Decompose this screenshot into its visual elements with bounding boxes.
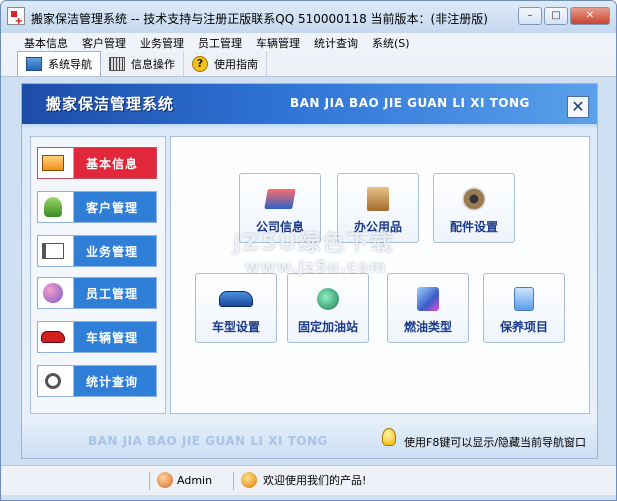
tab-label: 信息操作 (131, 57, 175, 71)
business-icon (38, 236, 68, 266)
basic-info-icon (38, 148, 68, 178)
tile-label: 燃油类型 (403, 320, 452, 334)
sidebar-item-statistics[interactable]: 统计查询 (37, 365, 157, 397)
tab-info-operation[interactable]: 信息操作 (101, 51, 184, 76)
vehicle-icon (38, 322, 68, 352)
panel-close-button[interactable]: ✕ (567, 96, 589, 118)
app-logo-icon[interactable] (7, 7, 25, 27)
watermark-text: JZ5U绿色下载 (233, 231, 395, 256)
window-title: 搬家保洁管理系统 -- 技术支持与注册正版联系QQ 510000118 当前版本… (31, 12, 488, 26)
menu-bar: 基本信息 客户管理 业务管理 员工管理 车辆管理 统计查询 系统(S) (1, 33, 616, 51)
gas-station-icon (317, 286, 339, 312)
tile-car-model[interactable]: 车型设置 (195, 273, 277, 343)
window-controls: – □ ✕ (518, 7, 610, 25)
status-message-text: 欢迎使用我们的产品! (263, 474, 367, 487)
banner: 搬家保洁管理系统 BAN JIA BAO JIE GUAN LI XI TONG… (22, 84, 597, 130)
tile-label: 车型设置 (211, 320, 260, 334)
status-divider (149, 472, 150, 490)
status-bar: Admin 欢迎使用我们的产品! (1, 465, 616, 495)
sidebar-item-business[interactable]: 业务管理 (37, 235, 157, 267)
statistics-icon (38, 366, 68, 396)
menu-staff-management[interactable]: 员工管理 (191, 33, 249, 51)
office-supplies-icon (367, 186, 389, 212)
help-icon: ? (192, 55, 208, 72)
maintenance-icon (514, 286, 534, 312)
tile-label: 固定加油站 (297, 320, 358, 334)
banner-pinyin: BAN JIA BAO JIE GUAN LI XI TONG (290, 96, 530, 110)
minimize-button[interactable]: – (518, 7, 542, 25)
tile-gas-station[interactable]: 固定加油站 (287, 273, 369, 343)
menu-customer-management[interactable]: 客户管理 (75, 33, 133, 51)
status-user: Admin (157, 472, 212, 488)
sidebar-item-label: 客户管理 (85, 200, 138, 215)
watermark-url: www.jz5u.com (245, 257, 387, 276)
sidebar-item-staff[interactable]: 员工管理 (37, 277, 157, 309)
sidebar-item-label: 业务管理 (85, 244, 138, 259)
status-divider (233, 472, 234, 490)
company-info-icon (264, 186, 296, 212)
menu-vehicle-management[interactable]: 车辆管理 (249, 33, 307, 51)
customer-icon (38, 192, 68, 222)
menu-system[interactable]: 系统(S) (365, 33, 417, 51)
sidebar-item-label: 基本信息 (85, 156, 138, 171)
sidebar-item-vehicle[interactable]: 车辆管理 (37, 321, 157, 353)
navigation-icon (26, 57, 42, 71)
user-icon (157, 472, 173, 488)
car-model-icon (219, 286, 253, 312)
close-button[interactable]: ✕ (570, 7, 610, 25)
banner-title: 搬家保洁管理系统 (46, 95, 175, 113)
f8-hint: 使用F8键可以显示/隐藏当前导航窗口 (404, 436, 587, 449)
tile-fuel-type[interactable]: 燃油类型 (387, 273, 469, 343)
tile-label: 保养项目 (499, 320, 548, 334)
tile-label: 配件设置 (449, 220, 498, 234)
parts-settings-icon (462, 186, 486, 212)
tab-system-navigation[interactable]: 系统导航 (17, 51, 101, 76)
bottom-pinyin: BAN JIA BAO JIE GUAN LI XI TONG (88, 434, 328, 448)
sidebar: 基本信息 客户管理 业务管理 员工管理 车辆管理 统计查询 (30, 136, 166, 414)
sidebar-item-customer[interactable]: 客户管理 (37, 191, 157, 223)
sidebar-item-label: 统计查询 (85, 374, 138, 389)
tile-maintenance[interactable]: 保养项目 (483, 273, 565, 343)
app-window: 搬家保洁管理系统 -- 技术支持与注册正版联系QQ 510000118 当前版本… (0, 0, 617, 501)
info-operation-icon (109, 56, 125, 71)
sidebar-item-label: 车辆管理 (85, 330, 138, 345)
sidebar-item-basic-info[interactable]: 基本信息 (37, 147, 157, 179)
maximize-button[interactable]: □ (544, 7, 568, 25)
status-username: Admin (177, 473, 213, 487)
menu-business-management[interactable]: 业务管理 (133, 33, 191, 51)
menu-statistics-query[interactable]: 统计查询 (307, 33, 365, 51)
staff-icon (38, 278, 68, 308)
menu-basic-info[interactable]: 基本信息 (17, 33, 75, 51)
welcome-icon (241, 472, 257, 488)
status-message: 欢迎使用我们的产品! (241, 472, 366, 488)
tab-label: 使用指南 (214, 57, 258, 71)
tile-parts-settings[interactable]: 配件设置 (433, 173, 515, 243)
title-bar: 搬家保洁管理系统 -- 技术支持与注册正版联系QQ 510000118 当前版本… (1, 1, 616, 33)
tab-label: 系统导航 (48, 58, 92, 71)
bottom-strip: BAN JIA BAO JIE GUAN LI XI TONG 使用F8键可以显… (22, 424, 597, 458)
toolbar: 系统导航 信息操作 ? 使用指南 (1, 51, 616, 77)
sidebar-item-label: 员工管理 (85, 286, 138, 301)
tab-user-guide[interactable]: ? 使用指南 (184, 51, 267, 76)
lightbulb-icon (382, 428, 396, 446)
fuel-type-icon (417, 286, 439, 312)
